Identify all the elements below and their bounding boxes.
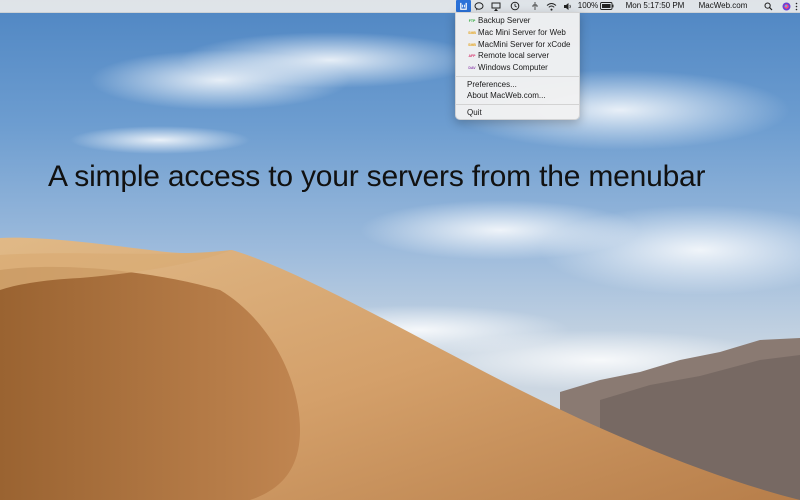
menu-item-remote-local[interactable]: AFP Remote local server	[456, 50, 579, 61]
smb-badge-icon: SMB	[468, 42, 476, 47]
smb-badge-icon: SMB	[468, 30, 476, 35]
menu-item-quit[interactable]: Quit	[456, 107, 579, 118]
desktop-background	[0, 0, 800, 500]
wifi-icon[interactable]	[544, 0, 558, 12]
chat-bubble-icon[interactable]	[472, 0, 486, 12]
menu-item-windows-computer[interactable]: DAV Windows Computer	[456, 62, 579, 73]
afp-badge-icon: AFP	[468, 53, 476, 58]
menu-item-about[interactable]: About MacWeb.com...	[456, 90, 579, 101]
menubar-user-name[interactable]: MacWeb.com	[694, 0, 752, 12]
menu-item-preferences[interactable]: Preferences...	[456, 79, 579, 90]
menu-item-label: Remote local server	[478, 51, 550, 60]
menubar-clock[interactable]: Mon 5:17:50 PM	[622, 0, 688, 12]
mojave-landscape	[0, 32, 800, 500]
more-icon[interactable]	[793, 0, 800, 12]
menu-item-label: Mac Mini Server for Web	[478, 28, 566, 37]
search-icon[interactable]	[762, 0, 774, 12]
menu-item-label: About MacWeb.com...	[467, 91, 546, 100]
headline: A simple access to your servers from the…	[48, 160, 706, 193]
menu-separator	[456, 104, 579, 105]
server-dropdown-menu: FTP Backup Server SMB Mac Mini Server fo…	[455, 12, 580, 120]
app-menu-icon[interactable]	[456, 0, 471, 12]
menu-item-mac-mini-web[interactable]: SMB Mac Mini Server for Web	[456, 27, 579, 38]
menu-item-backup-server[interactable]: FTP Backup Server	[456, 15, 579, 26]
menu-item-label: Backup Server	[478, 16, 531, 25]
volume-icon[interactable]	[561, 0, 573, 12]
menu-item-label: Quit	[467, 108, 482, 117]
menu-separator	[456, 76, 579, 77]
battery-icon[interactable]	[599, 0, 615, 12]
menu-item-label: Windows Computer	[478, 63, 548, 72]
menu-item-macmini-xcode[interactable]: SMB MacMini Server for xCode	[456, 39, 579, 50]
battery-percentage: 100%	[577, 1, 599, 10]
dav-badge-icon: DAV	[468, 65, 476, 70]
menu-item-label: MacMini Server for xCode	[478, 40, 571, 49]
airplay-icon[interactable]	[489, 0, 503, 12]
usb-icon[interactable]	[528, 0, 542, 12]
siri-icon[interactable]	[780, 0, 792, 12]
time-machine-icon[interactable]	[508, 0, 522, 12]
menu-item-label: Preferences...	[467, 80, 517, 89]
ftp-badge-icon: FTP	[468, 18, 476, 23]
menubar: 100% Mon 5:17:50 PM MacWeb.com	[0, 0, 800, 13]
